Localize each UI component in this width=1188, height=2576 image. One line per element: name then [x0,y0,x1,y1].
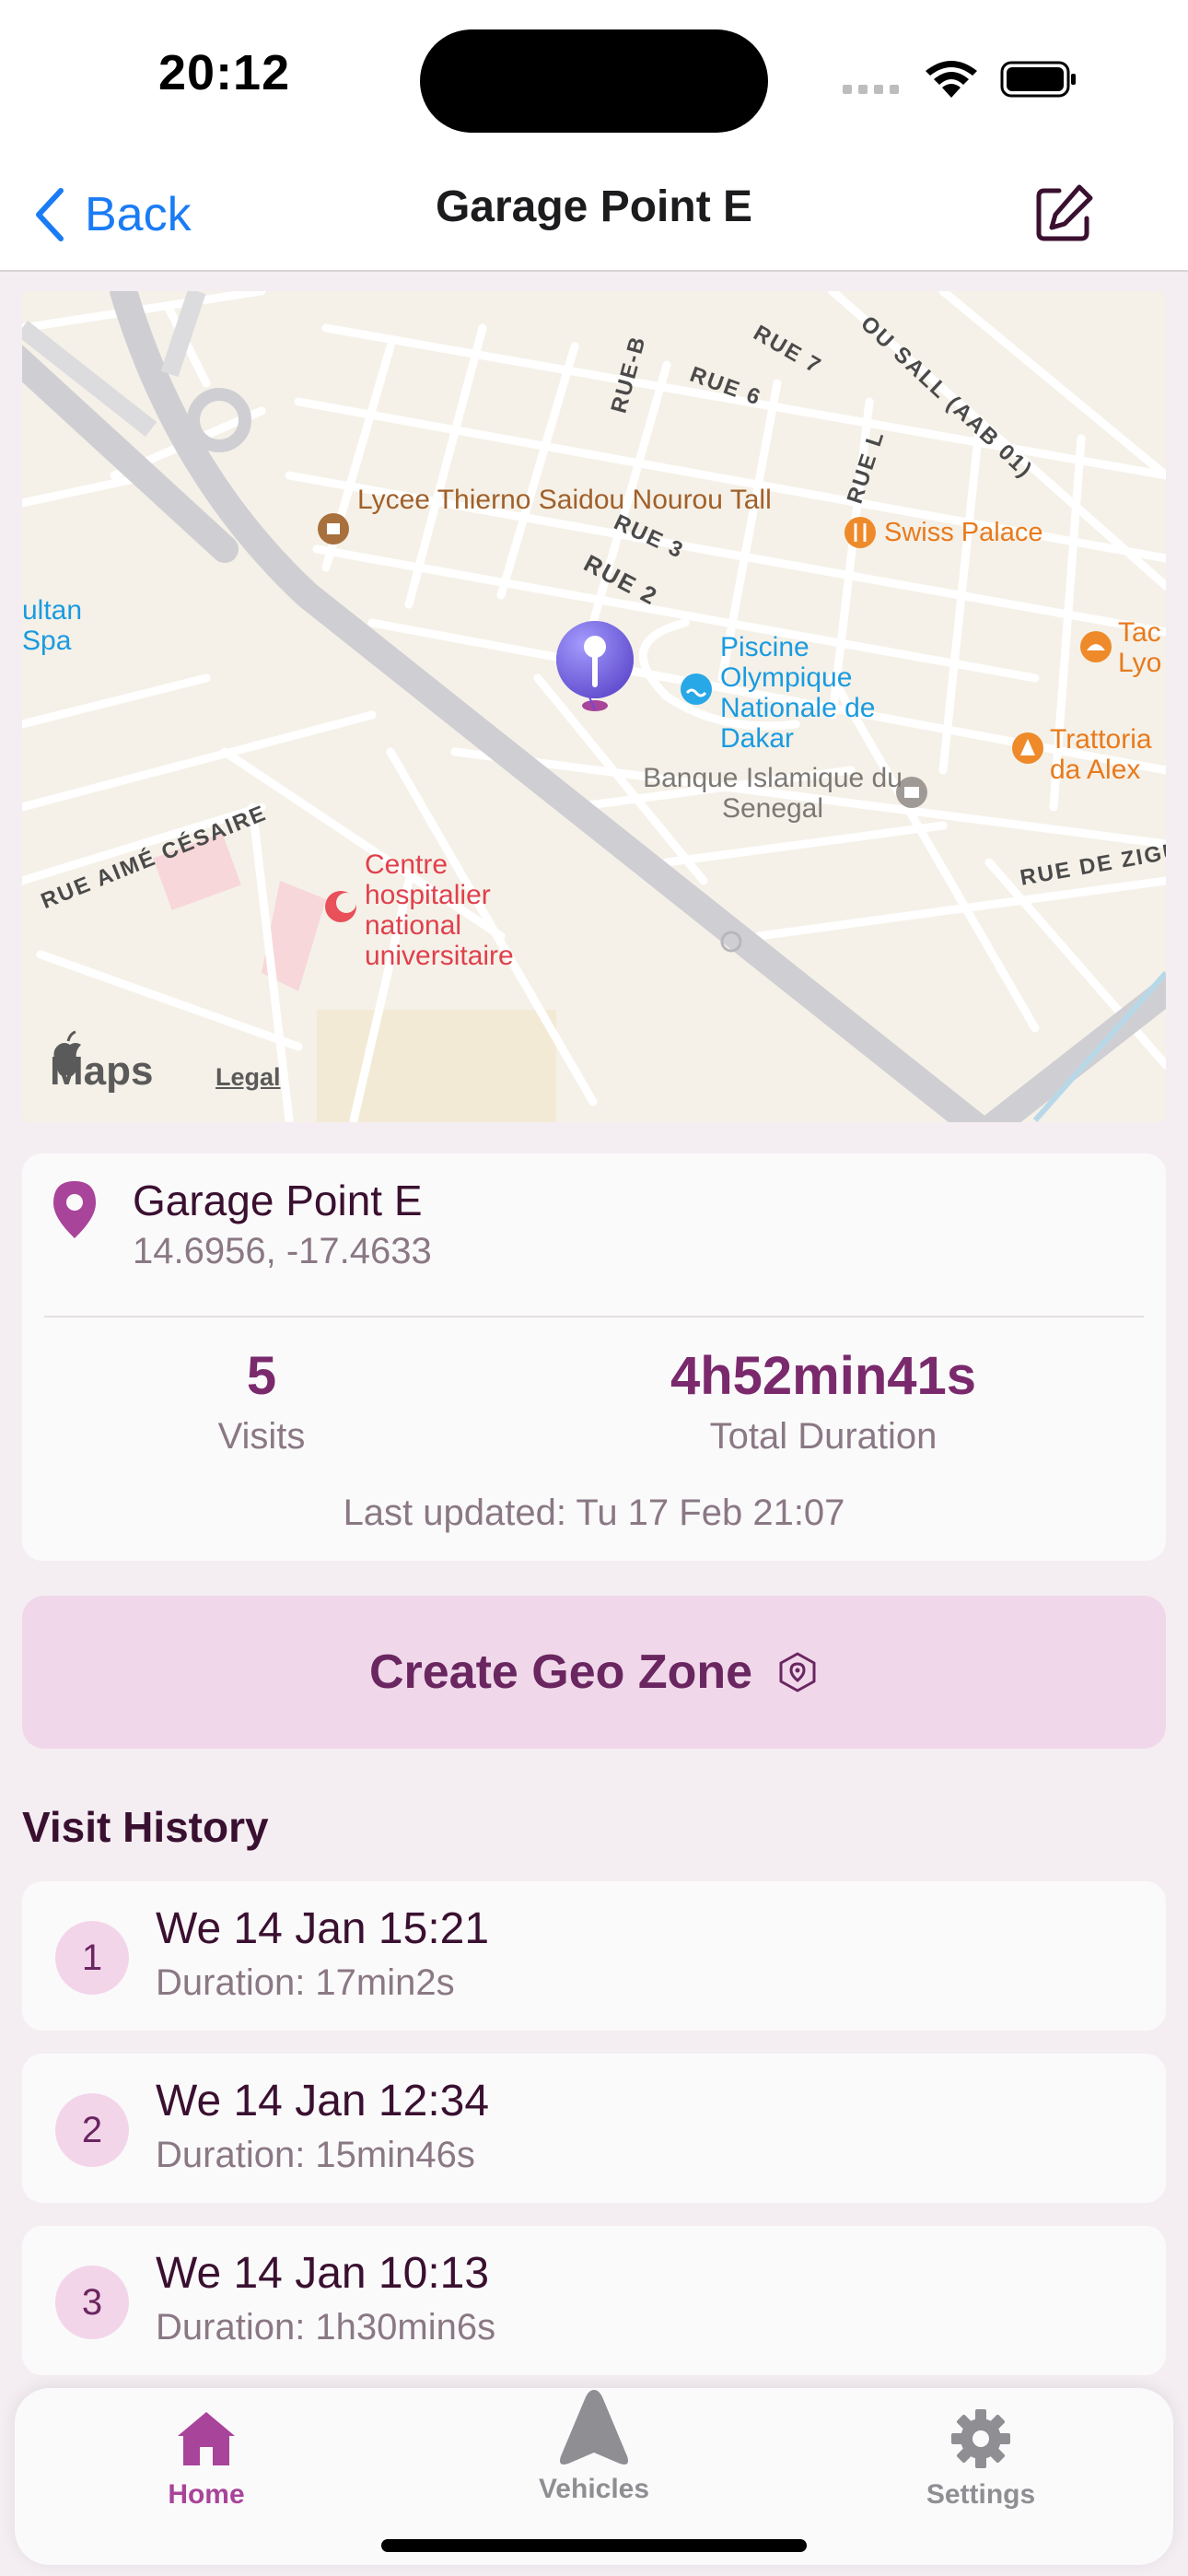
visit-duration: Duration: 17min2s [156,1962,455,2003]
status-bar: 20:12 [0,0,1188,161]
map-label-banque: Banque Islamique du Senegal [643,763,903,824]
visit-row[interactable]: 2 We 14 Jan 12:34 Duration: 15min46s [22,2054,1166,2203]
edit-icon[interactable] [1031,180,1098,246]
tab-settings-label: Settings [926,2479,1036,2510]
navigation-arrow-icon [560,2390,628,2465]
dynamic-island [420,29,768,133]
status-icons [843,61,1076,98]
tab-home[interactable]: Home [114,2408,298,2511]
location-name: Garage Point E [133,1177,423,1224]
visits-count: 5 [246,1346,277,1406]
tab-settings[interactable]: Settings [889,2408,1073,2511]
duration-stat: 4h52min41s Total Duration [593,1345,1054,1458]
home-icon [178,2412,235,2465]
visit-number-badge: 3 [55,2266,129,2339]
create-geo-zone-label: Create Geo Zone [368,1645,753,1699]
home-indicator [381,2539,807,2552]
status-time: 20:12 [158,45,291,100]
pool-icon [681,673,712,705]
location-info-card: Garage Point E 14.6956, -17.4633 5 Visit… [22,1153,1166,1561]
visit-row[interactable]: 3 We 14 Jan 10:13 Duration: 1h30min6s [22,2226,1166,2375]
tab-vehicles-label: Vehicles [538,2474,650,2504]
battery-icon [1000,61,1076,98]
map-label-sultan-spa: ultan Spa [22,595,83,656]
map-view[interactable]: Lycee Thierno Saidou Nourou Tall Swiss P… [22,291,1166,1122]
last-updated: Last updated: Tu 17 Feb 21:07 [343,1493,845,1533]
map-label-taco-lyon: Tac Lyo [1118,617,1162,678]
map-label-swiss-palace: Swiss Palace [884,518,1043,547]
visit-number-badge: 2 [55,2093,129,2167]
tab-vehicles[interactable]: Vehicles [502,2390,686,2505]
map-label-centre-hospitalier: Centre hospitalier national universitair… [365,849,514,971]
page-title: Garage Point E [435,182,753,231]
maps-logo: Maps [50,1048,154,1094]
visit-history-title: Visit History [22,1803,269,1851]
tab-home-label: Home [168,2479,245,2510]
geo-zone-icon [779,1652,816,1692]
create-geo-zone-button[interactable]: Create Geo Zone [22,1596,1166,1749]
location-pin-icon [556,621,634,711]
total-duration-label: Total Duration [709,1416,938,1457]
map-pin-icon [53,1181,96,1238]
map-roads [22,291,1166,1122]
visits-stat: 5 Visits [123,1345,400,1458]
gear-icon [951,2409,1010,2468]
visit-duration: Duration: 1h30min6s [156,2307,496,2348]
cellular-signal-icon [843,85,899,94]
location-coordinates: 14.6956, -17.4633 [133,1231,432,1271]
visit-date: We 14 Jan 15:21 [156,1904,490,1953]
map-label-trattoria: Trattoria da Alex [1050,724,1152,785]
visit-duration: Duration: 15min46s [156,2135,475,2175]
map-legal-link[interactable]: Legal [215,1063,281,1092]
navigation-bar: Back Garage Point E [0,161,1188,272]
divider [44,1316,1144,1317]
total-duration: 4h52min41s [670,1346,977,1406]
visit-date: We 14 Jan 10:13 [156,2249,490,2298]
visits-label: Visits [217,1416,306,1457]
map-label-piscine: Piscine Olympique Nationale de Dakar [720,632,876,754]
visit-date: We 14 Jan 12:34 [156,2077,490,2125]
map-label-lycee: Lycee Thierno Saidou Nourou Tall [357,485,772,515]
wifi-icon [926,61,977,98]
visit-number-badge: 1 [55,1921,129,1995]
visit-row[interactable]: 1 We 14 Jan 15:21 Duration: 17min2s [22,1881,1166,2031]
restaurant-icon [844,517,876,548]
